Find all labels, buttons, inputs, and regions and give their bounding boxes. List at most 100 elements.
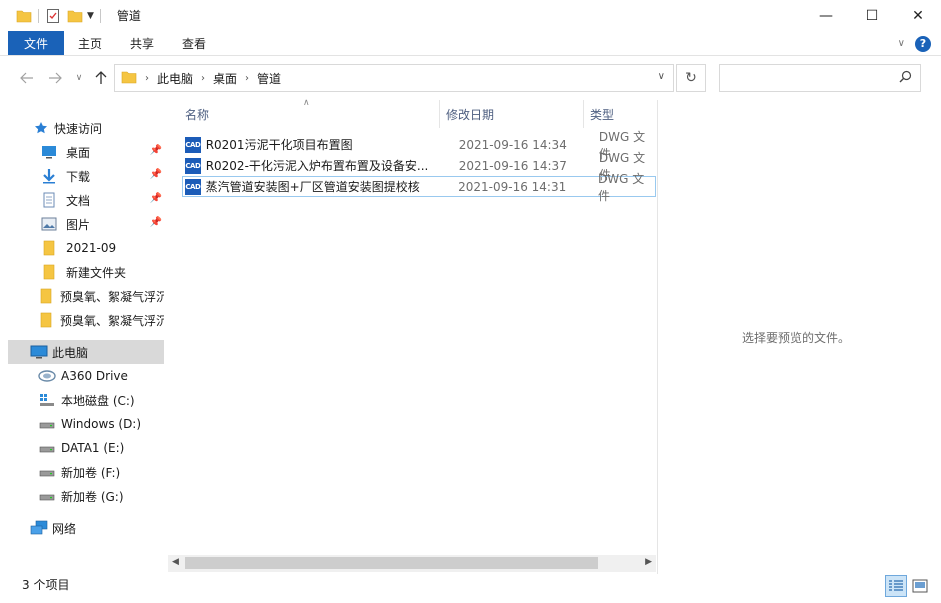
network-icon	[30, 520, 48, 536]
sidebar-item-label: 快速访问	[54, 121, 103, 136]
breadcrumb-desktop[interactable]: 桌面	[207, 70, 243, 87]
window-controls: — ☐ ✕	[803, 0, 941, 31]
sidebar-item-drive-g[interactable]: 新加卷 (G:)	[8, 484, 164, 508]
scrollbar-thumb[interactable]	[185, 557, 598, 569]
table-row[interactable]: CAD R0202-干化污泥入炉布置布置及设备安... 2021-09-16 1…	[182, 151, 656, 182]
sidebar-item-label: 下载	[66, 169, 91, 184]
scroll-left-icon[interactable]: ◀	[172, 557, 179, 567]
chevron-down-icon[interactable]: ∨	[658, 71, 665, 82]
sidebar-item-downloads[interactable]: 下载 📌	[8, 164, 164, 188]
pin-icon[interactable]: 📌	[150, 217, 162, 228]
navigation-bar: ∨ › 此电脑 › 桌面 › 管道 ∨ ↻	[0, 62, 941, 94]
arrow-up-icon	[95, 71, 107, 84]
file-date: 2021-09-16 14:37	[458, 158, 567, 173]
arrow-right-icon	[49, 72, 62, 84]
folder-icon	[40, 264, 58, 280]
address-bar[interactable]: › 此电脑 › 桌面 › 管道 ∨	[114, 64, 674, 92]
file-date: 2021-09-16 14:34	[458, 137, 567, 152]
preview-message: 选择要预览的文件。	[742, 331, 851, 345]
quick-access-toolbar: ▼	[0, 0, 107, 31]
sidebar-item-a360-drive[interactable]: A360 Drive	[8, 364, 164, 388]
sidebar-item-desktop[interactable]: 桌面 📌	[8, 140, 164, 164]
expand-ribbon-icon[interactable]: ∨	[898, 38, 905, 49]
forward-button[interactable]	[44, 66, 66, 90]
sidebar-item-this-pc[interactable]: 此电脑	[8, 340, 164, 364]
tab-share[interactable]: 共享	[116, 31, 168, 55]
sidebar-item-documents[interactable]: 文档 📌	[8, 188, 164, 212]
recent-locations-button[interactable]: ∨	[68, 66, 90, 90]
picture-icon	[40, 216, 58, 232]
details-view-icon	[889, 580, 903, 591]
file-name: R0202-干化污泥入炉布置布置及设备安...	[205, 159, 429, 173]
sidebar-item-label: 新加卷 (F:)	[61, 465, 121, 480]
star-icon	[32, 120, 50, 136]
tab-home[interactable]: 主页	[64, 31, 116, 55]
title-bar: ▼ 管道 — ☐ ✕	[0, 0, 941, 31]
table-row[interactable]: CAD R0201污泥干化项目布置图 2021-09-16 14:34 DWG …	[182, 130, 656, 161]
refresh-button[interactable]: ↻	[676, 64, 706, 92]
sidebar-item-label: 新加卷 (G:)	[61, 489, 124, 504]
window-title: 管道	[116, 9, 141, 23]
document-icon	[40, 192, 58, 208]
column-header-type[interactable]: 类型	[573, 100, 656, 128]
drive-icon	[38, 488, 56, 504]
large-icons-view-button[interactable]	[909, 575, 931, 597]
sidebar-item-network[interactable]: 网络	[8, 516, 164, 540]
column-header-name[interactable]: 名称	[168, 100, 439, 128]
tab-view[interactable]: 查看	[168, 31, 220, 55]
sidebar-item-drive-f[interactable]: 新加卷 (F:)	[8, 460, 164, 484]
sidebar-item-folder-ozone-1[interactable]: 预臭氧、絮凝气浮沉	[8, 284, 164, 308]
details-view-button[interactable]	[885, 575, 907, 597]
chevron-down-icon[interactable]: ▼	[87, 11, 94, 21]
help-icon[interactable]: ?	[915, 35, 931, 52]
folder-icon	[40, 312, 52, 328]
minimize-button[interactable]: —	[803, 0, 849, 31]
new-folder-icon[interactable]	[67, 8, 83, 24]
cloud-drive-icon	[38, 368, 56, 384]
pin-icon[interactable]: 📌	[150, 193, 162, 204]
sidebar-item-folder-2021-09[interactable]: 2021-09	[8, 236, 164, 260]
sidebar-item-label: 2021-09	[66, 241, 117, 255]
table-row[interactable]: CAD 蒸汽管道安装图+厂区管道安装图提校核 2021-09-16 14:31 …	[182, 172, 656, 203]
sidebar-item-label: Windows (D:)	[61, 417, 142, 431]
file-list: ∧ 名称 修改日期 类型 CAD R0201污泥干化项目布置图 2021-09-…	[168, 98, 656, 574]
sidebar-item-label: 新建文件夹	[66, 265, 127, 280]
computer-icon	[30, 344, 48, 360]
file-date: 2021-09-16 14:31	[458, 179, 567, 194]
breadcrumb-separator[interactable]: ›	[143, 73, 151, 84]
pin-icon[interactable]: 📌	[150, 169, 162, 180]
search-input[interactable]	[719, 64, 921, 92]
scroll-right-icon[interactable]: ▶	[645, 557, 652, 567]
sidebar-item-folder-ozone-2[interactable]: 预臭氧、絮凝气浮沉	[8, 308, 164, 332]
breadcrumb-separator[interactable]: ›	[199, 73, 207, 84]
sidebar-item-new-folder[interactable]: 新建文件夹	[8, 260, 164, 284]
folder-icon[interactable]	[16, 8, 32, 24]
file-name: 蒸汽管道安装图+厂区管道安装图提校核	[205, 180, 420, 194]
horizontal-scrollbar[interactable]: ◀ ▶	[168, 555, 656, 572]
properties-icon[interactable]	[45, 8, 61, 24]
column-header-date[interactable]: 修改日期	[429, 100, 583, 128]
sidebar-item-label: 预臭氧、絮凝气浮沉	[60, 289, 164, 304]
tab-file[interactable]: 文件	[8, 31, 64, 55]
item-count: 3 个项目	[22, 578, 70, 592]
preview-pane: 选择要预览的文件。	[657, 100, 941, 574]
close-button[interactable]: ✕	[895, 0, 941, 31]
sidebar-item-label: 桌面	[66, 145, 91, 160]
sidebar-item-drive-c[interactable]: 本地磁盘 (C:)	[8, 388, 164, 412]
back-button[interactable]	[16, 66, 38, 90]
sidebar-item-drive-d[interactable]: Windows (D:)	[8, 412, 164, 436]
pin-icon[interactable]: 📌	[150, 145, 162, 156]
toolbar-separator	[99, 8, 101, 23]
sidebar-item-label: 此电脑	[52, 345, 89, 360]
breadcrumb-separator[interactable]: ›	[243, 73, 251, 84]
sidebar-item-label: DATA1 (E:)	[61, 441, 125, 455]
sidebar-item-quick-access[interactable]: 快速访问	[8, 116, 164, 140]
maximize-button[interactable]: ☐	[849, 0, 895, 31]
sidebar-item-pictures[interactable]: 图片 📌	[8, 212, 164, 236]
sidebar-item-drive-e[interactable]: DATA1 (E:)	[8, 436, 164, 460]
breadcrumb-this-pc[interactable]: 此电脑	[151, 70, 199, 87]
breadcrumb-current[interactable]: 管道	[251, 70, 287, 87]
up-button[interactable]	[90, 66, 112, 90]
desktop-icon	[40, 144, 58, 160]
drive-icon	[38, 440, 56, 456]
